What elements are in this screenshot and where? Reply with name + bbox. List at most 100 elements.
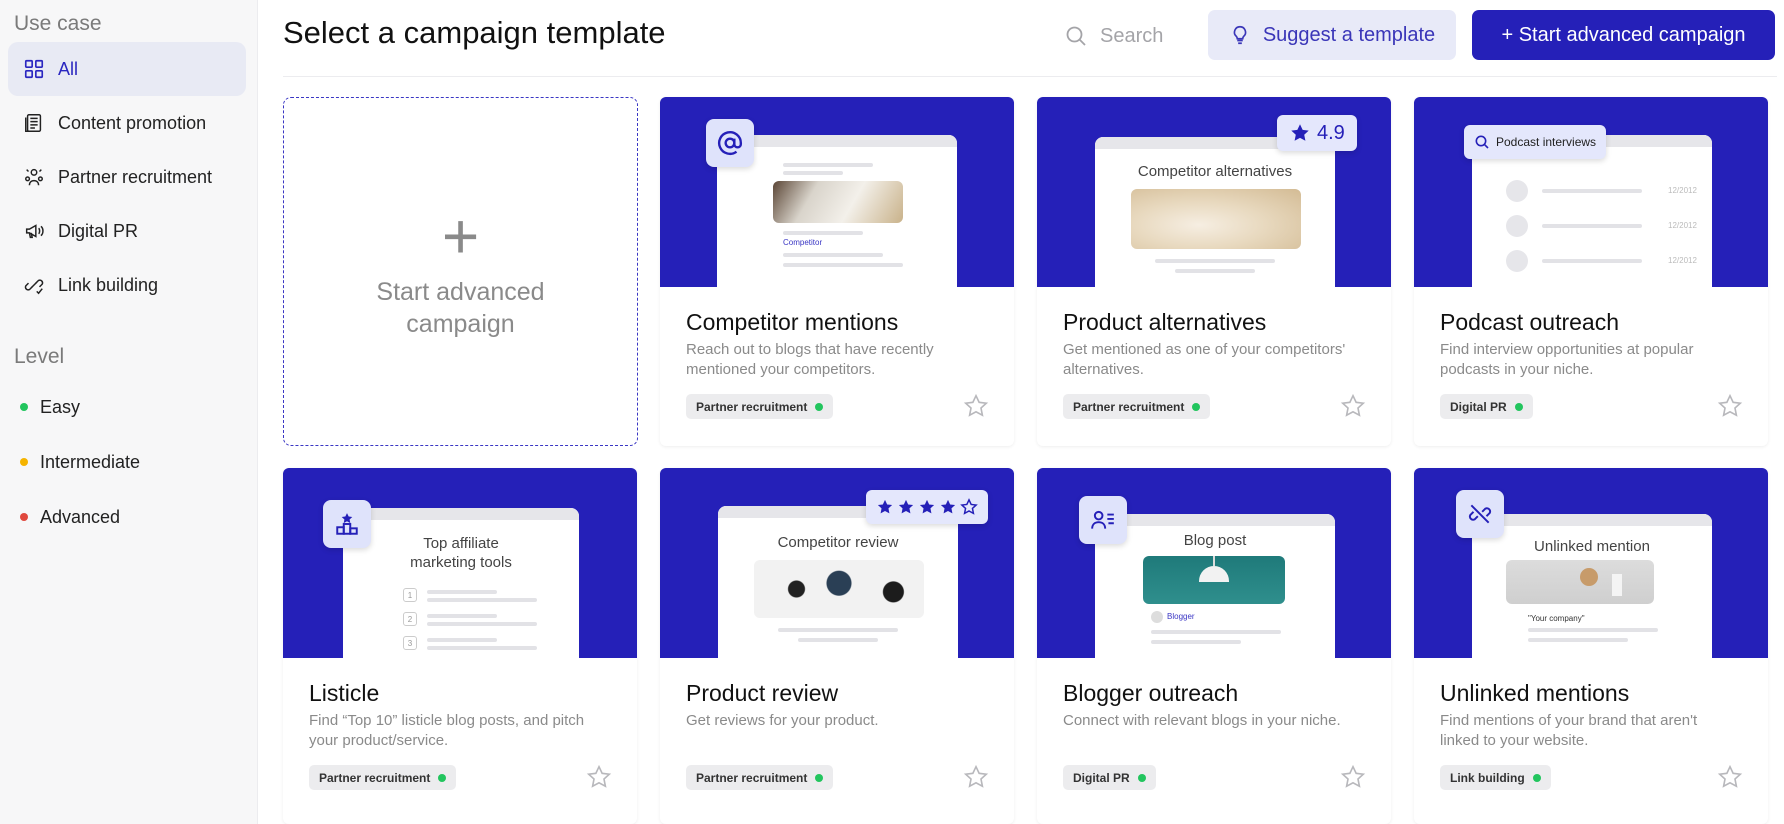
- sidebar-item-label: Digital PR: [58, 220, 139, 241]
- sidebar-item-content-promotion[interactable]: Content promotion: [8, 96, 246, 150]
- at-icon: [706, 119, 754, 167]
- level-intermediate[interactable]: Intermediate: [20, 447, 140, 477]
- sidebar-item-all[interactable]: All: [8, 42, 246, 96]
- start-advanced-campaign-card[interactable]: + Start advanced campaign: [283, 97, 638, 446]
- level-advanced[interactable]: Advanced: [20, 502, 120, 532]
- card-illustration: Top affiliate marketing tools 1 2 3: [283, 468, 637, 658]
- tag-label: Link building: [1450, 770, 1525, 785]
- tag-dot: [815, 773, 824, 782]
- lightbulb-icon: [1233, 25, 1247, 45]
- tag-dot: [1514, 402, 1523, 411]
- template-card-blogger-outreach[interactable]: Blog post Blogger Blogger outreach Conne…: [1037, 468, 1391, 824]
- favorite-star-icon[interactable]: [963, 393, 989, 419]
- card-description: Connect with relevant blogs in your nich…: [1063, 712, 1341, 729]
- mock-page: Top affiliate marketing tools 1 2 3: [343, 508, 579, 658]
- card-illustration: Unlinked mention "Your company": [1414, 468, 1768, 658]
- header-divider: [283, 76, 1777, 77]
- favorite-star-icon[interactable]: [1717, 393, 1743, 419]
- star-rating-badge: [866, 490, 988, 524]
- favorite-star-icon[interactable]: [1340, 393, 1366, 419]
- card-title: Blogger outreach: [1063, 680, 1239, 706]
- card-description: Find interview opportunities at popular …: [1440, 341, 1694, 378]
- sidebar-item-label: Link building: [58, 274, 159, 295]
- card-tag: Partner recruitment: [1063, 394, 1211, 419]
- sidebar-item-partner-recruitment[interactable]: Partner recruitment: [8, 150, 246, 204]
- search-input[interactable]: Search: [1064, 16, 1184, 56]
- favorite-star-icon[interactable]: [1717, 764, 1743, 790]
- mock-heading: Competitor alternatives: [1137, 163, 1293, 180]
- tag-label: Partner recruitment: [696, 770, 808, 785]
- partners-icon: [21, 164, 47, 190]
- suggest-label: Suggest a template: [1262, 23, 1436, 46]
- podcast-badge-label: Podcast interviews: [1496, 135, 1597, 149]
- star-outline-icon: [960, 498, 978, 515]
- star-filled-icon: [940, 499, 956, 514]
- podcast-badge: Podcast interviews: [1464, 125, 1607, 159]
- sidebar-item-digital-pr[interactable]: Digital PR: [8, 204, 246, 258]
- use-case-heading: Use case: [14, 12, 102, 35]
- mock-heading: Blog post: [1183, 532, 1247, 549]
- star-filled-icon: [877, 499, 893, 514]
- new-card-label: Start advanced campaign: [376, 277, 545, 338]
- tag-label: Digital PR: [1450, 399, 1507, 414]
- suggest-template-button[interactable]: Suggest a template: [1208, 10, 1456, 60]
- easy-dot: [20, 403, 28, 411]
- card-title: Unlinked mentions: [1440, 680, 1630, 706]
- level-label: Easy: [40, 396, 81, 417]
- mock-number: 2: [403, 612, 417, 626]
- sidebar-item-label: All: [58, 58, 79, 79]
- tag-dot: [438, 773, 447, 782]
- search-icon: [1066, 26, 1086, 46]
- mock-competitor-text: Competitor: [783, 238, 823, 247]
- card-tag: Digital PR: [1063, 765, 1156, 790]
- level-heading: Level: [14, 345, 65, 368]
- sidebar-item-label: Partner recruitment: [58, 166, 213, 187]
- level-easy[interactable]: Easy: [20, 392, 80, 422]
- favorite-star-icon[interactable]: [963, 764, 989, 790]
- template-card-podcast-outreach[interactable]: 12/2012 12/2012 12/2012 Podcast intervie…: [1414, 97, 1768, 446]
- card-title: Podcast outreach: [1440, 309, 1620, 335]
- intermediate-dot: [20, 458, 28, 466]
- card-illustration: Blog post Blogger: [1037, 468, 1391, 658]
- card-tag: Partner recruitment: [686, 765, 834, 790]
- tag-label: Partner recruitment: [696, 399, 808, 414]
- mock-date: 12/2012: [1668, 186, 1697, 195]
- tag-dot: [1532, 773, 1541, 782]
- star-filled-icon: [1291, 124, 1309, 141]
- template-card-competitor-mentions[interactable]: Competitor Competitor mentions Reach out…: [660, 97, 1014, 446]
- document-icon: [21, 110, 47, 136]
- sidebar-item-link-building[interactable]: Link building: [8, 258, 246, 312]
- tag-label: Digital PR: [1073, 770, 1130, 785]
- unlink-icon: [1456, 490, 1504, 538]
- card-title: Competitor mentions: [686, 309, 899, 335]
- favorite-star-icon[interactable]: [586, 764, 612, 790]
- card-description: Find “Top 10” listicle blog posts, and p…: [309, 712, 585, 749]
- plus-icon: +: [441, 199, 480, 272]
- mock-number: 3: [403, 636, 417, 650]
- level-label: Advanced: [40, 506, 121, 527]
- megaphone-icon: [21, 218, 47, 244]
- mock-heading: Competitor review: [777, 534, 899, 551]
- rating-value: 4.9: [1317, 121, 1345, 144]
- star-filled-icon: [898, 499, 914, 514]
- podium-icon: [323, 500, 371, 548]
- start-advanced-campaign-button[interactable]: + Start advanced campaign: [1472, 10, 1775, 60]
- favorite-star-icon[interactable]: [1340, 764, 1366, 790]
- mock-date: 12/2012: [1668, 256, 1697, 265]
- template-card-product-review[interactable]: Competitor review Product review Get rev…: [660, 468, 1014, 824]
- card-title: Product review: [686, 680, 839, 706]
- mock-number: 1: [403, 588, 417, 602]
- sidebar: Use case All Content promotion Partner r…: [0, 0, 258, 824]
- card-illustration: 12/2012 12/2012 12/2012 Podcast intervie…: [1414, 97, 1768, 287]
- template-card-product-alternatives[interactable]: Competitor alternatives 4.9 Product alte…: [1037, 97, 1391, 446]
- card-illustration: Competitor alternatives 4.9: [1037, 97, 1391, 287]
- mock-quote: "Your company": [1528, 614, 1585, 623]
- page-title: Select a campaign template: [283, 15, 666, 50]
- advanced-dot: [20, 513, 28, 521]
- search-placeholder: Search: [1100, 24, 1164, 47]
- link-build-icon: [21, 272, 47, 298]
- star-filled-icon: [919, 499, 935, 514]
- template-card-unlinked-mentions[interactable]: Unlinked mention "Your company" Unlinked…: [1414, 468, 1768, 824]
- template-card-listicle[interactable]: Top affiliate marketing tools 1 2 3 List…: [283, 468, 637, 824]
- tag-dot: [1137, 773, 1146, 782]
